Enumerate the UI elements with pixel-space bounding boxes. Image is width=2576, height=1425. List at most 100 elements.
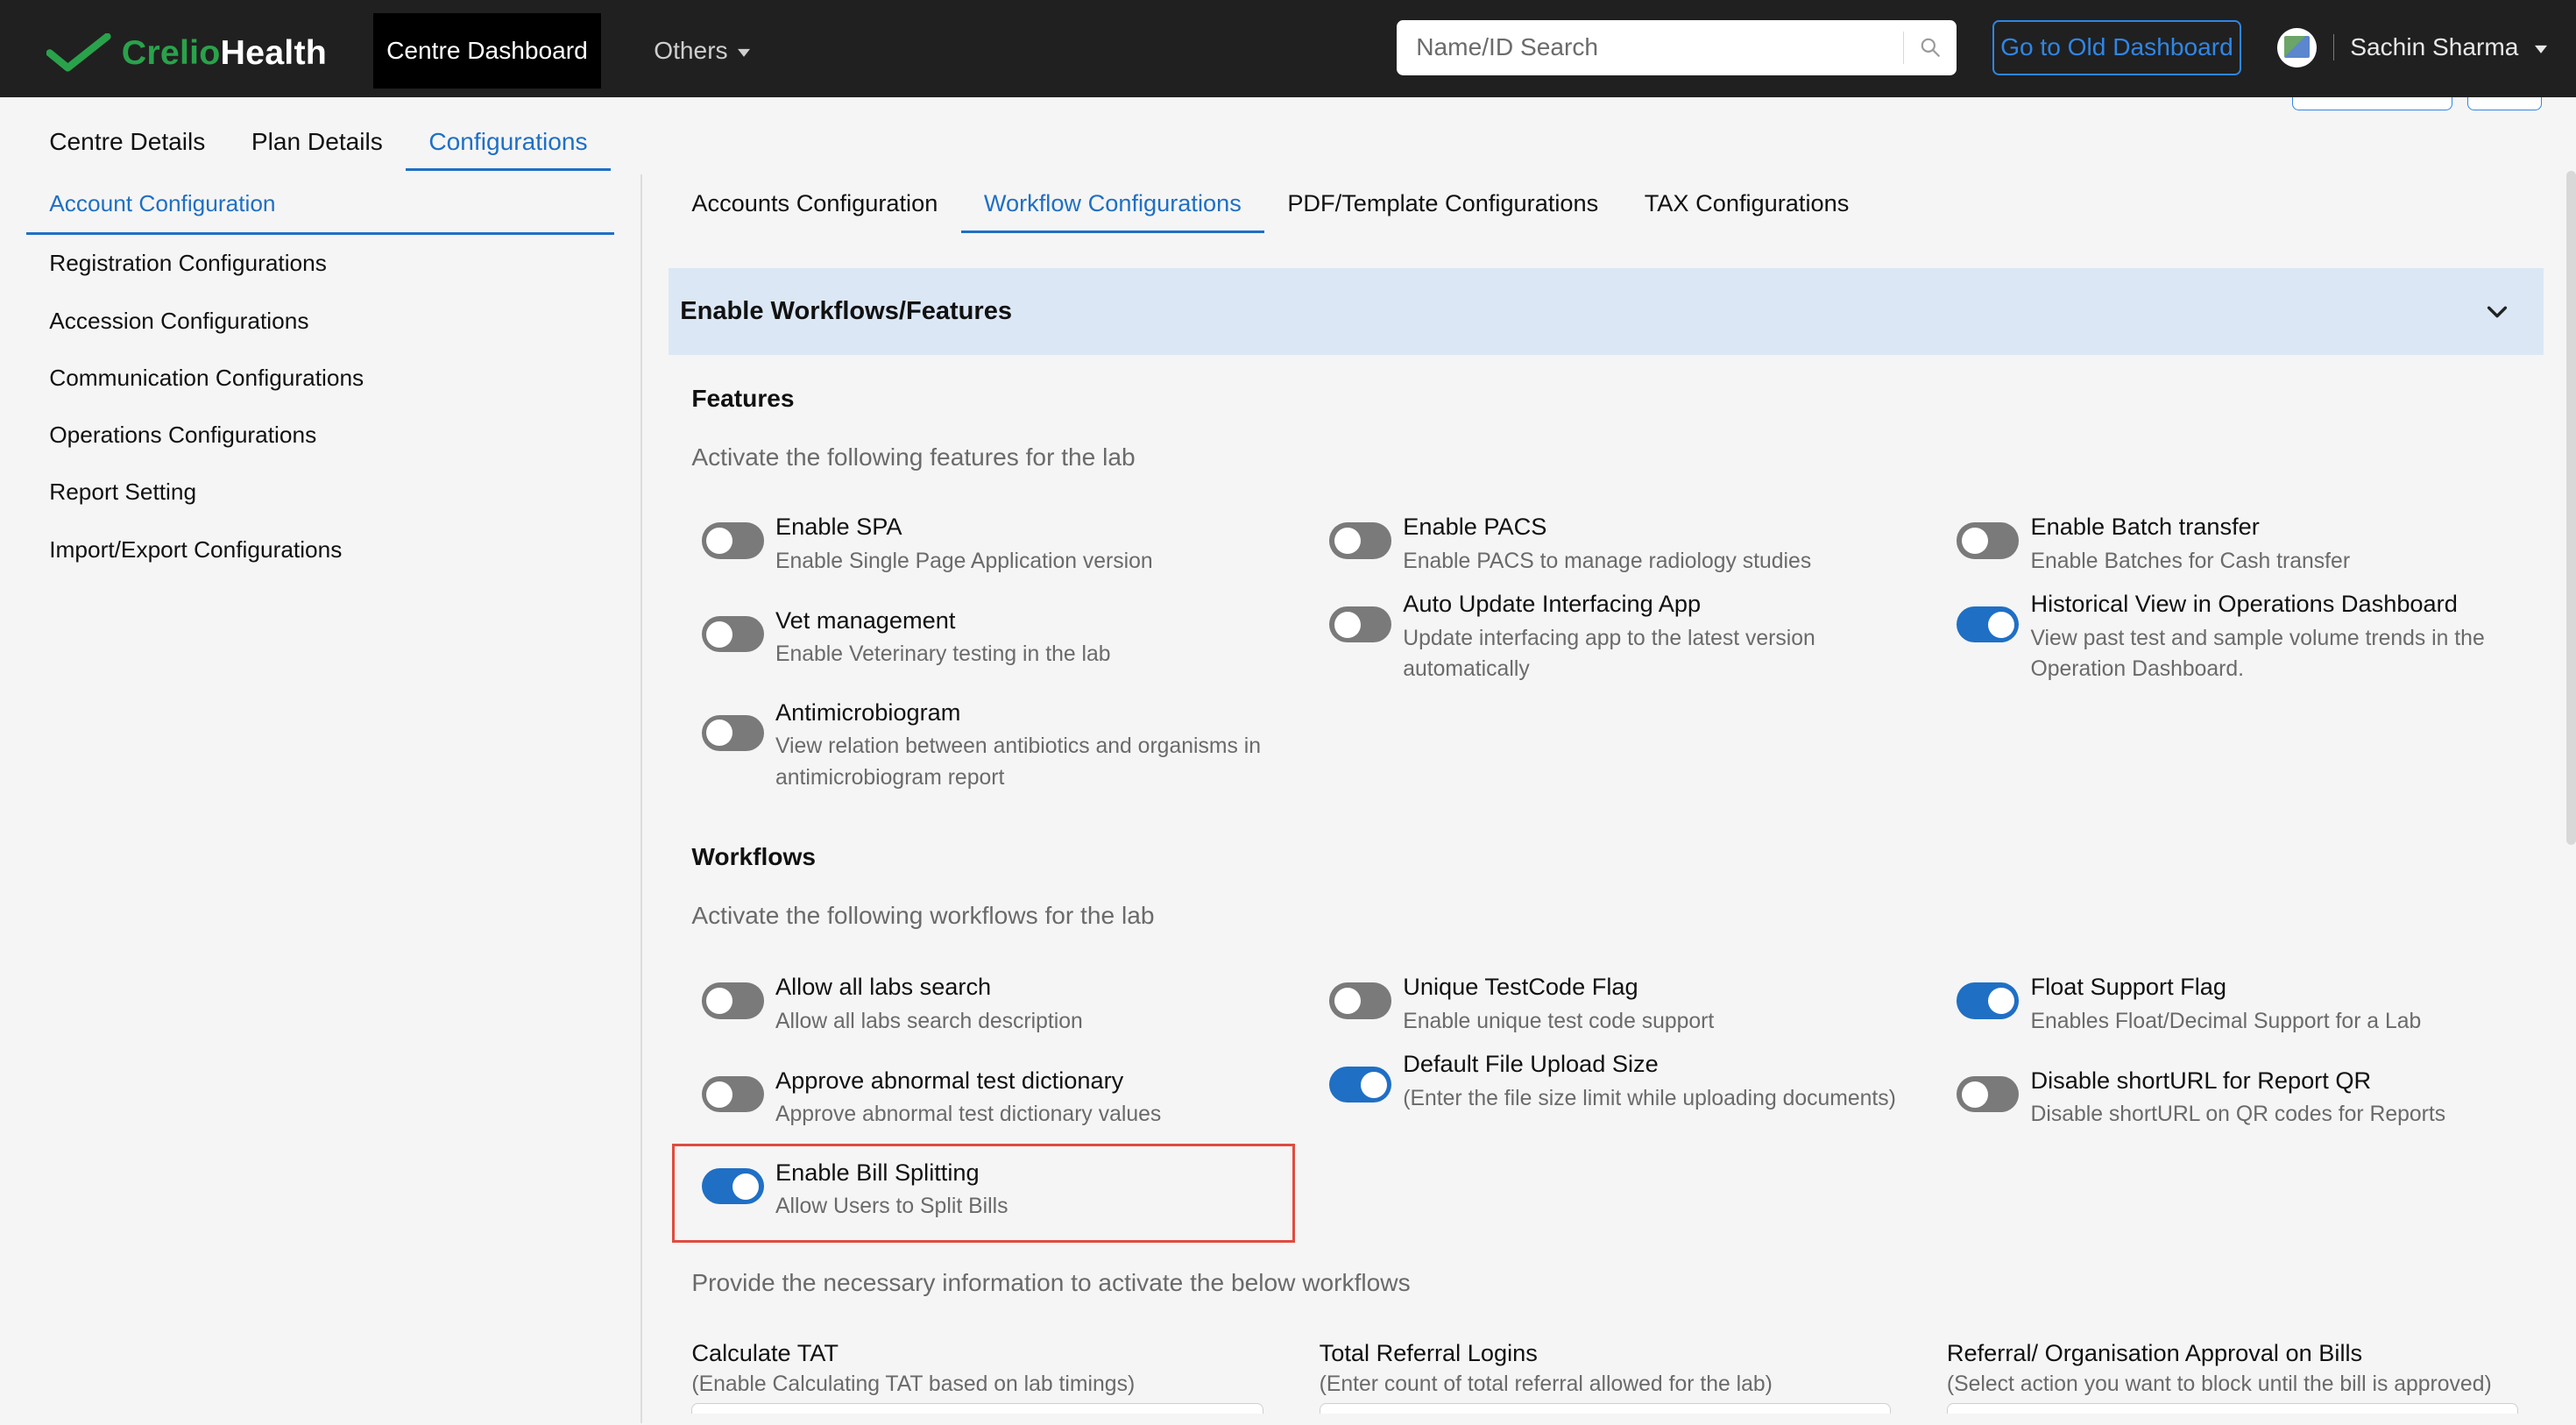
partial-action-button-1[interactable]	[2291, 96, 2453, 110]
bottom-item-title: Total Referral Logins	[1319, 1339, 1538, 1367]
sidebar-item-operations-configurations[interactable]: Operations Configurations	[26, 407, 614, 464]
bottom-item-referral-approval: Referral/ Organisation Approval on Bills…	[1946, 1339, 2538, 1414]
tab-workflow-configurations[interactable]: Workflow Configurations	[960, 176, 1265, 234]
workflow-desc: Disable shortURL on QR codes for Reports	[2030, 1102, 2446, 1127]
user-name: Sachin Sharma	[2350, 33, 2519, 61]
feature-desc: View past test and sample volume trends …	[2030, 626, 2485, 682]
configuration-tabs: Accounts Configuration Workflow Configur…	[669, 176, 1872, 234]
feature-desc: Update interfacing app to the latest ver…	[1403, 626, 1815, 682]
avatar	[2276, 27, 2317, 67]
feature-toggle-enable-batch-transfer[interactable]	[1957, 522, 2020, 559]
bottom-item-desc: (Select action you want to block until t…	[1946, 1372, 2492, 1396]
search-icon[interactable]	[1904, 20, 1957, 76]
tab-accounts-configuration[interactable]: Accounts Configuration	[669, 176, 960, 234]
feature-desc: View relation between antibiotics and or…	[775, 734, 1261, 790]
user-menu[interactable]: Sachin Sharma	[2276, 17, 2548, 79]
user-divider	[2332, 34, 2334, 61]
workflow-label: Allow all labs search	[775, 973, 992, 1000]
others-dropdown[interactable]: Others	[654, 13, 750, 89]
feature-label: Antimicrobiogram	[775, 698, 961, 726]
features-title: Features	[691, 384, 795, 412]
feature-desc: Enable PACS to manage radiology studies	[1403, 549, 1812, 573]
feature-label: Enable Batch transfer	[2030, 513, 2260, 540]
calculate-tat-input[interactable]	[691, 1403, 1263, 1414]
workflows-title: Workflows	[691, 842, 816, 870]
feature-toggle-vet-management[interactable]	[701, 616, 764, 653]
sidebar-item-report-setting[interactable]: Report Setting	[26, 464, 614, 521]
highlight-box	[671, 1144, 1295, 1243]
feature-toggle-antimicrobiogram[interactable]	[701, 714, 764, 751]
centre-dashboard-nav[interactable]: Centre Dashboard	[372, 13, 602, 89]
bottom-item-desc: (Enter count of total referral allowed f…	[1319, 1372, 1773, 1396]
sidebar-item-import-export-configurations[interactable]: Import/Export Configurations	[26, 521, 614, 578]
referral-approval-select[interactable]	[1946, 1403, 2519, 1414]
sidebar-divider	[640, 174, 643, 1423]
bottom-item-desc: (Enable Calculating TAT based on lab tim…	[691, 1372, 1136, 1396]
sidebar-item-registration-configurations[interactable]: Registration Configurations	[26, 235, 614, 292]
sidebar-item-accession-configurations[interactable]: Accession Configurations	[26, 292, 614, 349]
workflow-label: Default File Upload Size	[1403, 1050, 1659, 1078]
feature-desc: Enable Batches for Cash transfer	[2030, 549, 2351, 573]
section-header-title: Enable Workflows/Features	[680, 296, 1013, 325]
workflow-label: Disable shortURL for Report QR	[2030, 1066, 2372, 1094]
total-referral-logins-input[interactable]	[1319, 1403, 1892, 1414]
workflow-toggle-float-support-flag[interactable]	[1957, 982, 2020, 1019]
workflow-label: Float Support Flag	[2030, 973, 2227, 1000]
bottom-info-text: Provide the necessary information to act…	[691, 1268, 1411, 1296]
bottom-item-title: Calculate TAT	[691, 1339, 839, 1367]
feature-toggle-enable-pacs[interactable]	[1328, 522, 1392, 559]
search-box	[1396, 19, 1957, 76]
workflow-toggle-default-file-upload-size[interactable]	[1328, 1066, 1392, 1103]
workflow-toggle-allow-all-labs-search[interactable]	[701, 982, 764, 1019]
sidebar-item-communication-configurations[interactable]: Communication Configurations	[26, 350, 614, 407]
workflows-subtitle: Activate the following workflows for the…	[691, 902, 1155, 930]
tab-pdf-template-configurations[interactable]: PDF/Template Configurations	[1264, 176, 1621, 234]
workflow-label: Approve abnormal test dictionary	[775, 1066, 1124, 1094]
others-label: Others	[654, 37, 728, 65]
features-grid: Enable SPA Enable Single Page Applicatio…	[691, 513, 2565, 792]
feature-label: Historical View in Operations Dashboard	[2030, 590, 2458, 618]
enable-workflows-features-header[interactable]: Enable Workflows/Features	[669, 267, 2544, 355]
sidebar-item-account-configuration[interactable]: Account Configuration	[26, 176, 615, 236]
go-to-old-dashboard-button[interactable]: Go to Old Dashboard	[1992, 19, 2241, 76]
workflow-desc: Enable unique test code support	[1403, 1009, 1715, 1033]
feature-label: Enable PACS	[1403, 513, 1547, 540]
brand-name-part1: Crelio	[121, 32, 221, 72]
workflow-desc: (Enter the file size limit while uploadi…	[1403, 1086, 1896, 1110]
features-subtitle: Activate the following features for the …	[691, 443, 1136, 471]
brand-logo[interactable]: CrelioHealth	[46, 30, 328, 76]
workflow-label: Unique TestCode Flag	[1403, 973, 1638, 1000]
centre-dashboard-label: Centre Dashboard	[386, 37, 588, 65]
tab-configurations[interactable]: Configurations	[406, 115, 611, 171]
tab-centre-details[interactable]: Centre Details	[26, 115, 229, 171]
workflow-desc: Allow all labs search description	[775, 1009, 1083, 1033]
workflow-toggle-unique-testcode-flag[interactable]	[1328, 982, 1392, 1019]
feature-desc: Enable Single Page Application version	[775, 549, 1153, 573]
bottom-item-title: Referral/ Organisation Approval on Bills	[1946, 1339, 2363, 1367]
feature-toggle-historical-view[interactable]	[1957, 606, 2020, 643]
search-input[interactable]	[1396, 19, 1904, 76]
chevron-down-icon[interactable]	[2484, 298, 2510, 324]
tab-tax-configurations[interactable]: TAX Configurations	[1621, 176, 1872, 234]
tab-plan-details[interactable]: Plan Details	[229, 115, 407, 171]
top-navigation-bar: CrelioHealth Centre Dashboard Others Go …	[0, 0, 2576, 97]
config-sidebar: Account Configuration Registration Confi…	[26, 176, 615, 578]
workflow-toggle-approve-abnormal-test-dictionary[interactable]	[701, 1076, 764, 1113]
feature-label: Vet management	[775, 606, 956, 634]
bottom-workflows-grid: Calculate TAT (Enable Calculating TAT ba…	[691, 1339, 2565, 1421]
workflow-desc: Enables Float/Decimal Support for a Lab	[2030, 1009, 2422, 1033]
workflow-desc: Approve abnormal test dictionary values	[775, 1102, 1162, 1127]
feature-toggle-enable-spa[interactable]	[701, 522, 764, 559]
vertical-scrollbar[interactable]	[2565, 171, 2576, 845]
bottom-item-calculate-tat: Calculate TAT (Enable Calculating TAT ba…	[691, 1339, 1283, 1414]
feature-label: Auto Update Interfacing App	[1403, 590, 1702, 618]
brand-name-part2: Health	[220, 32, 327, 72]
app-root: CrelioHealth Centre Dashboard Others Go …	[0, 0, 2576, 1423]
partial-action-button-2[interactable]	[2467, 96, 2542, 110]
chevron-down-icon	[737, 48, 750, 57]
checkmark-logo-icon	[46, 32, 111, 72]
brand-name: CrelioHealth	[122, 33, 327, 73]
feature-label: Enable SPA	[775, 513, 902, 540]
workflow-toggle-disable-shorturl[interactable]	[1957, 1076, 2020, 1113]
feature-toggle-auto-update-interfacing-app[interactable]	[1328, 606, 1392, 643]
